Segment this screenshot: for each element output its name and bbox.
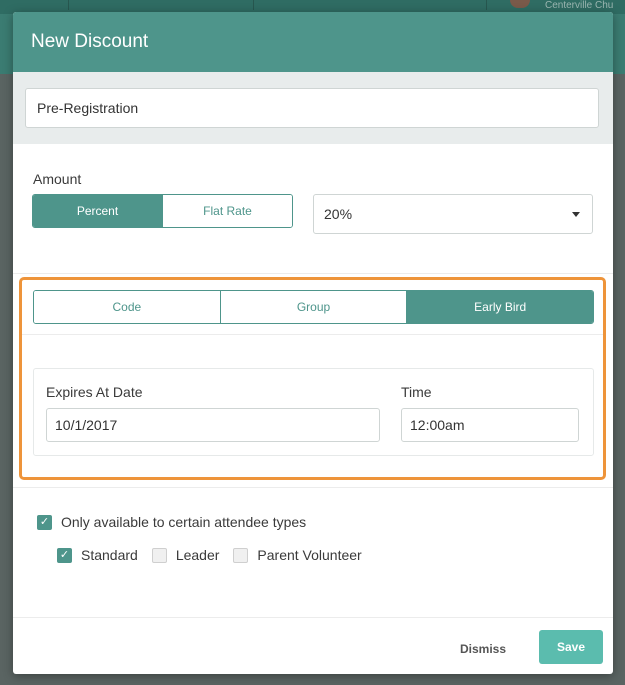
discount-type-highlight: Code Group Early Bird Expires At Date Ti… — [19, 277, 606, 480]
restriction-checkbox-row[interactable]: ✓ Only available to certain attendee typ… — [37, 514, 306, 530]
amount-type-toggle: Percent Flat Rate — [32, 194, 293, 228]
tab-code[interactable]: Code — [34, 291, 220, 323]
expires-date-label: Expires At Date — [46, 384, 143, 400]
attendee-types-list: ✓ Standard Leader Parent Volunteer — [57, 547, 376, 563]
divider — [22, 334, 603, 335]
new-discount-modal: New Discount Amount Percent Flat Rate 20… — [13, 12, 613, 674]
modal-footer: Dismiss Save — [13, 617, 613, 674]
attendee-type-leader[interactable]: Leader — [151, 547, 220, 563]
amount-section: Amount Percent Flat Rate 20% — [13, 144, 613, 274]
attendee-type-label: Standard — [81, 547, 138, 563]
modal-header: New Discount — [13, 12, 613, 72]
time-label: Time — [401, 384, 432, 400]
attendee-type-label: Parent Volunteer — [257, 547, 362, 563]
background-divider — [253, 0, 254, 10]
amount-label: Amount — [33, 171, 82, 187]
checkbox-unchecked-icon[interactable] — [233, 547, 249, 563]
amount-value: 20% — [324, 206, 353, 222]
flat-rate-button[interactable]: Flat Rate — [162, 195, 292, 227]
checkbox-unchecked-icon[interactable] — [151, 547, 167, 563]
restriction-label: Only available to certain attendee types — [61, 514, 307, 530]
dismiss-button[interactable]: Dismiss — [460, 642, 506, 656]
caret-down-icon — [572, 211, 580, 217]
percent-button[interactable]: Percent — [33, 195, 162, 227]
early-bird-panel: Expires At Date Time — [33, 368, 594, 456]
tab-early-bird[interactable]: Early Bird — [406, 291, 593, 323]
attendee-type-standard[interactable]: ✓ Standard — [57, 547, 138, 563]
checkbox-checked-icon[interactable]: ✓ — [37, 514, 52, 530]
modal-title: New Discount — [31, 31, 149, 52]
expires-date-input[interactable] — [46, 408, 380, 442]
background-divider — [68, 0, 69, 10]
discount-name-input[interactable] — [25, 88, 599, 128]
attendee-type-label: Leader — [175, 547, 220, 563]
checkbox-checked-icon[interactable]: ✓ — [57, 547, 72, 563]
background-divider — [486, 0, 487, 10]
discount-name-row — [13, 72, 613, 144]
attendee-type-parent-volunteer[interactable]: Parent Volunteer — [233, 547, 362, 563]
amount-value-select[interactable]: 20% — [313, 194, 593, 234]
save-button[interactable]: Save — [539, 630, 603, 664]
divider — [13, 487, 613, 488]
discount-type-toggle: Code Group Early Bird — [33, 290, 594, 324]
time-input[interactable] — [401, 408, 579, 442]
tab-group[interactable]: Group — [219, 291, 407, 323]
background-org-name: Centerville Chu — [545, 0, 614, 11]
